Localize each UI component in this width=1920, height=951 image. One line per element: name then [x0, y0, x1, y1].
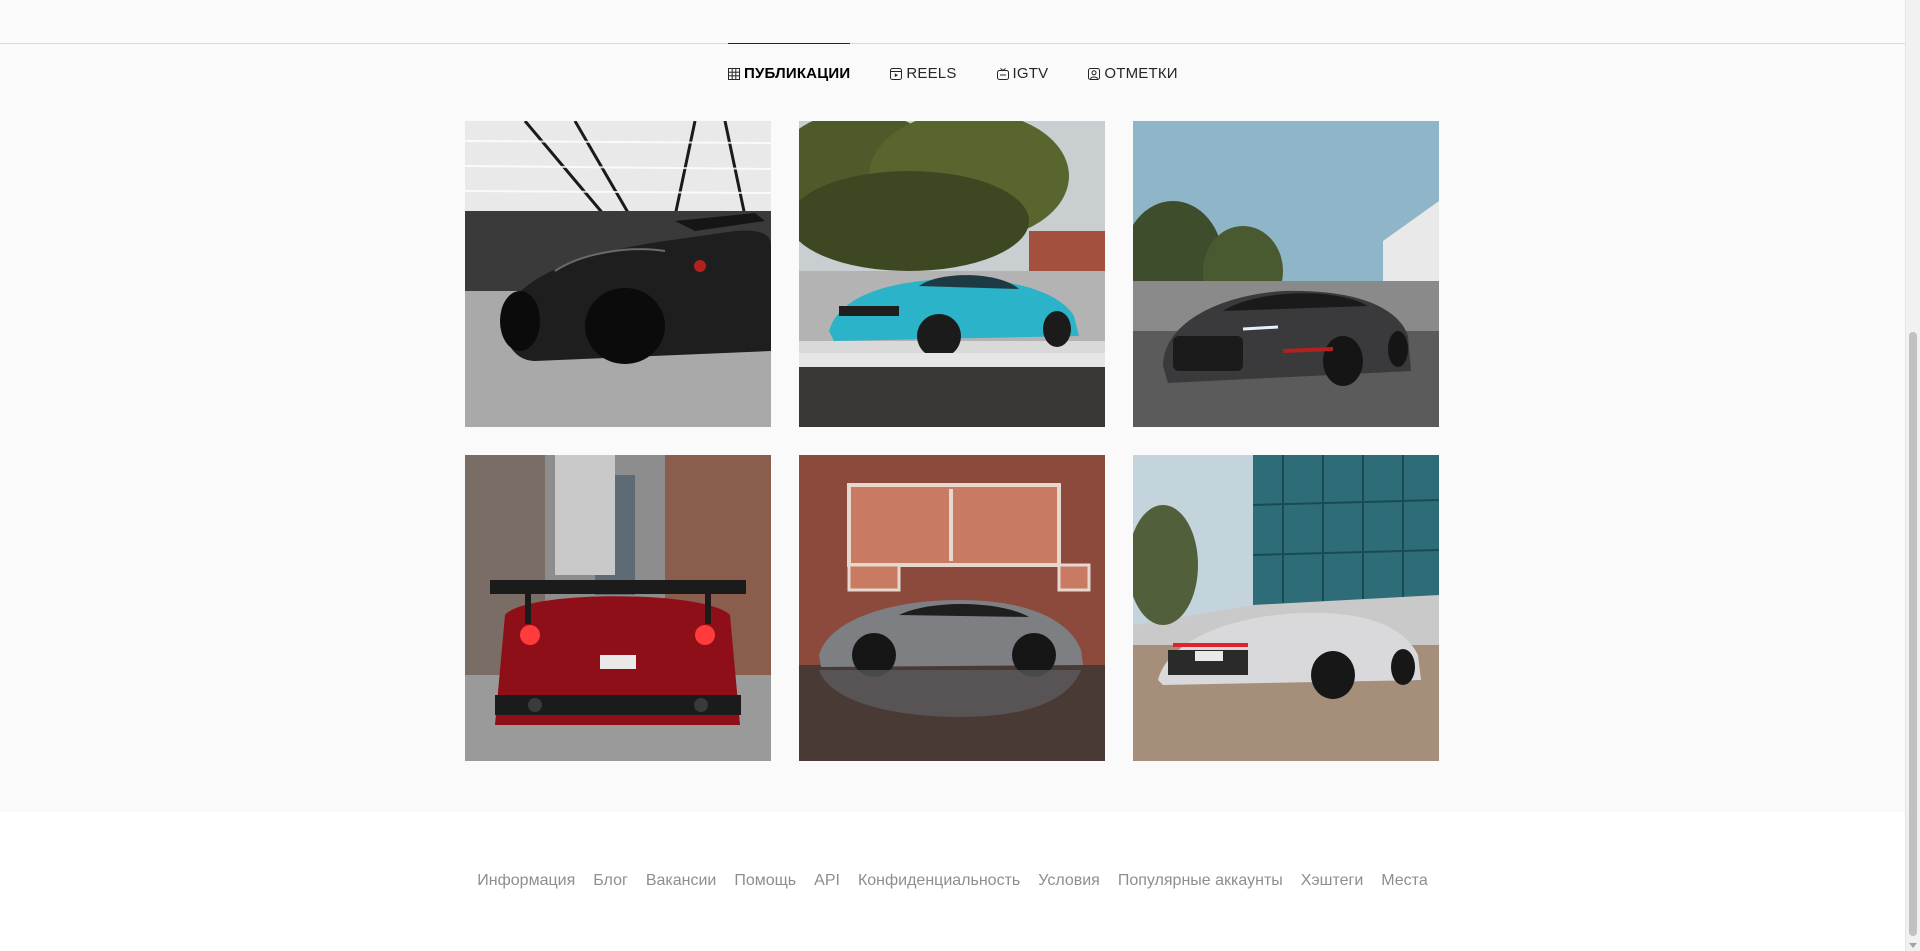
post-image [799, 121, 1105, 427]
tab-igtv-label: IGTV [1012, 65, 1049, 82]
footer-link-help[interactable]: Помощь [734, 872, 796, 890]
tab-tagged-label: ОТМЕТКИ [1104, 65, 1178, 82]
post-thumbnail[interactable] [1133, 121, 1439, 427]
footer-links: Информация Блог Вакансии Помощь API Конф… [0, 872, 1905, 890]
profile-page: ПУБЛИКАЦИИ REELS IGTV ОТМЕТКИ Информация… [0, 0, 1905, 951]
footer-link-api[interactable]: API [814, 872, 840, 890]
reels-icon [890, 67, 903, 80]
tab-posts-label: ПУБЛИКАЦИИ [744, 65, 851, 82]
tab-reels-label: REELS [906, 65, 957, 82]
igtv-icon [996, 67, 1009, 80]
footer-link-hashtags[interactable]: Хэштеги [1301, 872, 1364, 890]
post-thumbnail[interactable] [799, 121, 1105, 427]
footer-link-jobs[interactable]: Вакансии [646, 872, 717, 890]
footer-link-info[interactable]: Информация [477, 872, 575, 890]
footer: Информация Блог Вакансии Помощь API Конф… [0, 812, 1905, 951]
scroll-down-arrow-icon[interactable] [1909, 943, 1917, 948]
post-image [465, 121, 771, 427]
scrollbar-thumb[interactable] [1909, 332, 1917, 936]
tab-reels[interactable]: REELS [890, 44, 956, 101]
profile-tabs: ПУБЛИКАЦИИ REELS IGTV ОТМЕТКИ [728, 43, 1218, 101]
grid-icon [728, 67, 740, 80]
footer-link-blog[interactable]: Блог [593, 872, 628, 890]
footer-link-locations[interactable]: Места [1381, 872, 1427, 890]
footer-link-top-accounts[interactable]: Популярные аккаунты [1118, 872, 1283, 890]
footer-link-privacy[interactable]: Конфиденциальность [858, 872, 1020, 890]
post-thumbnail[interactable] [465, 121, 771, 427]
post-thumbnail[interactable] [1133, 455, 1439, 761]
post-image [1133, 121, 1439, 427]
post-thumbnail[interactable] [465, 455, 771, 761]
profile-tabs-bar: ПУБЛИКАЦИИ REELS IGTV ОТМЕТКИ [0, 43, 1905, 103]
page-scrollbar[interactable] [1905, 0, 1920, 951]
post-image [1133, 455, 1439, 761]
tab-tagged[interactable]: ОТМЕТКИ [1088, 44, 1178, 101]
tagged-icon [1088, 67, 1101, 80]
tab-igtv[interactable]: IGTV [996, 44, 1049, 101]
footer-link-terms[interactable]: Условия [1038, 872, 1100, 890]
tab-posts[interactable]: ПУБЛИКАЦИИ [728, 43, 851, 101]
post-image [799, 455, 1105, 761]
post-thumbnail[interactable] [799, 455, 1105, 761]
posts-grid [465, 121, 1439, 761]
post-image [465, 455, 771, 761]
